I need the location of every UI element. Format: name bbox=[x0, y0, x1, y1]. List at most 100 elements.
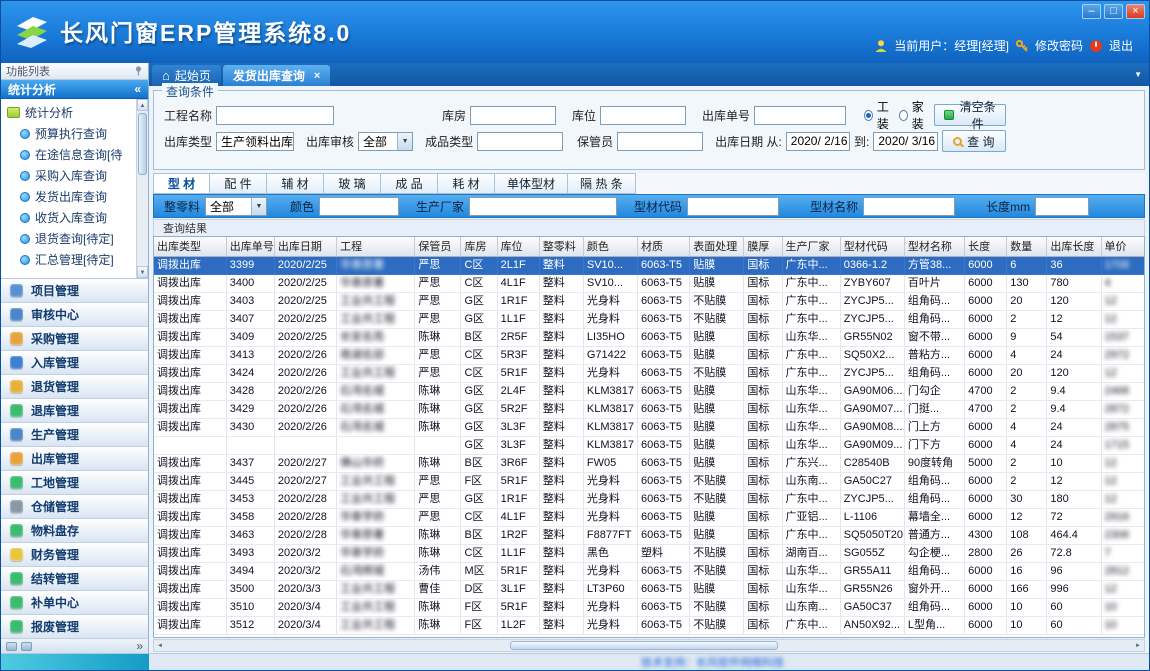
table-row[interactable]: 调拨出库34242020/2/26工业共工程严思C区5R1F整料光身料6063-… bbox=[154, 364, 1145, 382]
column-header[interactable]: 膜厚 bbox=[744, 237, 782, 256]
radio-work-clothes[interactable]: 工装 bbox=[864, 98, 895, 132]
sidebar-group-5[interactable]: 退货管理 bbox=[1, 375, 148, 399]
location-input[interactable] bbox=[600, 106, 686, 125]
column-header[interactable]: 出库单号 bbox=[226, 237, 274, 256]
maximize-button[interactable]: □ bbox=[1104, 4, 1123, 19]
column-header[interactable]: 保管员 bbox=[415, 237, 461, 256]
minimize-button[interactable]: – bbox=[1082, 4, 1101, 19]
table-row[interactable]: 调拨出库34632020/2/28华章原著陈琳B区1R2F整料F8877FT60… bbox=[154, 526, 1145, 544]
sidebar-group-2[interactable]: 审核中心 bbox=[1, 303, 148, 327]
tree-item-2[interactable]: 在途信息查询[待 bbox=[7, 144, 136, 165]
horizontal-scrollbar[interactable]: ◄ ► bbox=[153, 639, 1145, 652]
tree-item-7[interactable]: 汇总管理[待定] bbox=[7, 249, 136, 270]
column-header[interactable]: 工程 bbox=[337, 237, 415, 256]
table-row[interactable]: 调拨出库34372020/2/27佛山华府陈琳B区3R6F整料FW056063-… bbox=[154, 454, 1145, 472]
column-header[interactable]: 库位 bbox=[497, 237, 539, 256]
table-row[interactable]: 调拨出库34582020/2/28华章学府严思C区4L1F整料光身料6063-T… bbox=[154, 508, 1145, 526]
column-header[interactable]: 整零料 bbox=[539, 237, 583, 256]
column-header[interactable]: 长度 bbox=[965, 237, 1007, 256]
manufacturer-input[interactable] bbox=[469, 197, 617, 216]
tree-item-4[interactable]: 发货出库查询 bbox=[7, 186, 136, 207]
table-row[interactable]: 调拨出库35002020/3/3工业共工程曹佳D区3L1F整料LT3P60606… bbox=[154, 580, 1145, 598]
scroll-up-icon[interactable]: ▲ bbox=[137, 99, 148, 111]
column-header[interactable]: 库房 bbox=[461, 237, 497, 256]
column-header[interactable]: 生产厂家 bbox=[782, 237, 840, 256]
length-input[interactable] bbox=[1035, 197, 1089, 216]
project-name-input[interactable] bbox=[216, 106, 334, 125]
table-row[interactable]: 调拨出库34072020/2/25工业共工程严思G区1L1F整料光身料6063-… bbox=[154, 310, 1145, 328]
column-header[interactable]: 颜色 bbox=[583, 237, 637, 256]
table-row[interactable]: 调拨出库34092020/2/25长安名苑陈琳B区2R5F整料LI35HO606… bbox=[154, 328, 1145, 346]
table-row[interactable]: 调拨出库34282020/2/26石湾名城陈琳G区2L4F整料KLM381760… bbox=[154, 382, 1145, 400]
column-header[interactable]: 数量 bbox=[1007, 237, 1047, 256]
tab-close-icon[interactable]: × bbox=[314, 70, 320, 82]
sidebar-group-14[interactable]: 补单中心 bbox=[1, 591, 148, 615]
column-header[interactable]: 单价 bbox=[1101, 237, 1145, 256]
product-type-input[interactable] bbox=[477, 132, 563, 151]
scroll-down-icon[interactable]: ▼ bbox=[137, 266, 148, 278]
table-row[interactable]: 调拨出库34532020/2/28工业共工程严思G区1R1F整料光身料6063-… bbox=[154, 490, 1145, 508]
material-tab-5[interactable]: 成 品 bbox=[381, 173, 438, 194]
table-row[interactable]: 调拨出库34292020/2/26石湾名城陈琳G区5R2F整料KLM381760… bbox=[154, 400, 1145, 418]
tab-list-caret-icon[interactable]: ▼ bbox=[1134, 70, 1142, 79]
scroll-left-icon[interactable]: ◄ bbox=[157, 643, 163, 649]
column-header[interactable]: 出库长度 bbox=[1047, 237, 1101, 256]
table-row[interactable]: 调拨出库35122020/3/4工业共工程陈琳F区1L2F整料光身料6063-T… bbox=[154, 616, 1145, 634]
change-password-link[interactable]: 修改密码 bbox=[1035, 37, 1083, 54]
table-row[interactable]: 调拨出库34452020/2/27工业共工程严思F区5R1F整料光身料6063-… bbox=[154, 472, 1145, 490]
warehouse-input[interactable] bbox=[470, 106, 556, 125]
sidebar-group-9[interactable]: 工地管理 bbox=[1, 471, 148, 495]
sidebar-group-statistics[interactable]: 统计分析 « bbox=[1, 80, 148, 99]
material-tab-4[interactable]: 玻 璃 bbox=[324, 173, 381, 194]
sidebar-group-8[interactable]: 出库管理 bbox=[1, 447, 148, 471]
column-header[interactable]: 型材名称 bbox=[904, 237, 964, 256]
material-tab-6[interactable]: 耗 材 bbox=[438, 173, 495, 194]
tree-item-3[interactable]: 采购入库查询 bbox=[7, 165, 136, 186]
order-no-input[interactable] bbox=[754, 106, 846, 125]
sidebar-group-7[interactable]: 生产管理 bbox=[1, 423, 148, 447]
column-header[interactable]: 材质 bbox=[638, 237, 690, 256]
table-row[interactable]: 调拨出库34302020/2/26石湾名城陈琳G区3L3F整料KLM381760… bbox=[154, 418, 1145, 436]
sidebar-group-12[interactable]: 财务管理 bbox=[1, 543, 148, 567]
tree-item-5[interactable]: 收货入库查询 bbox=[7, 207, 136, 228]
scroll-right-icon[interactable]: ► bbox=[1135, 643, 1141, 649]
search-button[interactable]: 查 询 bbox=[942, 130, 1006, 152]
tree-scrollbar[interactable]: ▲ ▼ bbox=[136, 99, 148, 278]
date-to-picker[interactable]: 2020/ 3/16▼ bbox=[873, 132, 937, 151]
logout-link[interactable]: 退出 bbox=[1109, 37, 1133, 54]
sidebar-group-6[interactable]: 退库管理 bbox=[1, 399, 148, 423]
pin-icon[interactable] bbox=[134, 66, 143, 76]
profile-code-input[interactable] bbox=[687, 197, 779, 216]
material-tab-8[interactable]: 隔 热 条 bbox=[568, 173, 636, 194]
table-row[interactable]: G区3L3F整料KLM38176063-T5贴膜国标山东华...GA90M09.… bbox=[154, 436, 1145, 454]
radio-home-decoration[interactable]: 家装 bbox=[899, 98, 930, 132]
table-row[interactable]: 调拨出库34942020/3/2石湾辉城汤伟M区5R1F整料光身料6063-T5… bbox=[154, 562, 1145, 580]
material-tab-2[interactable]: 配 件 bbox=[210, 173, 267, 194]
table-row[interactable]: 调拨出库33992020/2/25华章原著严思C区2L1F整料SV10...60… bbox=[154, 256, 1145, 274]
sidebar-group-11[interactable]: 物料盘存 bbox=[1, 519, 148, 543]
audit-select[interactable]: 全部▼ bbox=[358, 132, 413, 151]
out-type-select[interactable]: 生产领料出库▼ bbox=[216, 132, 294, 151]
tree-root-statistics[interactable]: 统计分析 bbox=[7, 102, 136, 123]
sidebar-group-13[interactable]: 结转管理 bbox=[1, 567, 148, 591]
material-tab-1[interactable]: 型 材 bbox=[153, 173, 210, 194]
table-row[interactable]: 调拨出库34002020/2/25华章原著严思C区4L1F整料SV10...60… bbox=[154, 274, 1145, 292]
sidebar-group-10[interactable]: 仓储管理 bbox=[1, 495, 148, 519]
sidebar-group-15[interactable]: 报废管理 bbox=[1, 615, 148, 639]
clear-conditions-button[interactable]: 清空条件 bbox=[934, 104, 1006, 126]
keeper-input[interactable] bbox=[617, 132, 703, 151]
close-window-button[interactable]: × bbox=[1126, 4, 1145, 19]
horizontal-scrollbar-thumb[interactable] bbox=[510, 641, 777, 650]
table-row[interactable]: 调拨出库34032020/2/25工业共工程严思G区1R1F整料光身料6063-… bbox=[154, 292, 1145, 310]
whole-piece-select[interactable]: 全部▼ bbox=[205, 197, 267, 216]
column-header[interactable]: 出库类型 bbox=[154, 237, 226, 256]
tree-scrollbar-thumb[interactable] bbox=[138, 113, 147, 175]
column-header[interactable]: 型材代码 bbox=[840, 237, 904, 256]
tree-item-6[interactable]: 退货查询[待定] bbox=[7, 228, 136, 249]
disk-icon[interactable] bbox=[21, 642, 32, 651]
collapse-icon[interactable]: « bbox=[134, 82, 141, 96]
table-row[interactable]: 调拨出库34132020/2/26南湖名邸严思C区5R3F整料G71422606… bbox=[154, 346, 1145, 364]
computer-icon[interactable] bbox=[6, 642, 17, 651]
tree-item-1[interactable]: 预算执行查询 bbox=[7, 123, 136, 144]
sidebar-group-3[interactable]: 采购管理 bbox=[1, 327, 148, 351]
